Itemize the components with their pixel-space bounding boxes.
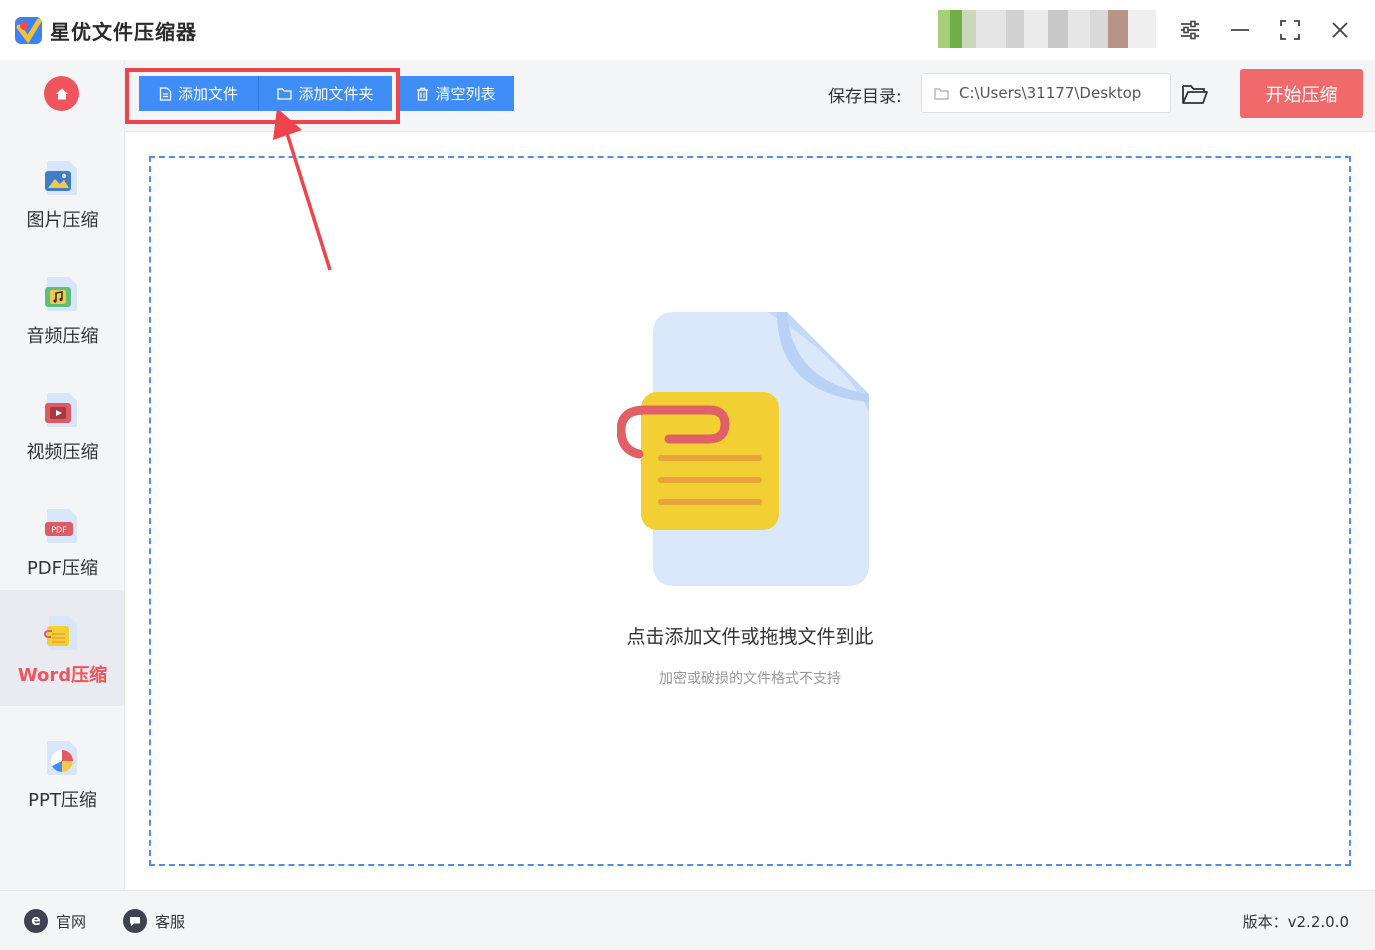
sidebar: 图片压缩 音频压缩 视频压缩 PDF PDF压缩 Word压缩 PPT压缩 xyxy=(0,60,125,890)
sidebar-item-label: PDF压缩 xyxy=(26,558,99,579)
sidebar-item-label: 视频压缩 xyxy=(26,442,99,463)
ppt-file-icon xyxy=(47,741,77,775)
save-path-field[interactable]: C:\Users\31177\Desktop xyxy=(921,73,1171,113)
settings-button[interactable] xyxy=(1176,16,1204,44)
app-logo-icon xyxy=(15,17,42,44)
image-file-icon xyxy=(45,161,77,195)
close-button[interactable] xyxy=(1326,16,1354,44)
maximize-icon xyxy=(1280,20,1300,40)
dropzone-title: 点击添加文件或拖拽文件到此 xyxy=(626,626,874,648)
pdf-file-icon: PDF xyxy=(45,509,77,543)
home-icon xyxy=(55,88,68,99)
sidebar-item-label: Word压缩 xyxy=(17,665,108,686)
sidebar-item-label: 音频压缩 xyxy=(26,326,99,347)
sidebar-item-word[interactable]: Word压缩 xyxy=(0,590,125,706)
sidebar-item-label: 图片压缩 xyxy=(26,210,99,231)
trash-icon xyxy=(417,87,429,101)
clear-list-button[interactable]: 清空列表 xyxy=(398,76,514,111)
minimize-icon xyxy=(1231,29,1249,31)
audio-file-icon xyxy=(45,277,77,311)
save-dir-label: 保存目录: xyxy=(828,87,902,107)
close-icon xyxy=(1332,22,1348,38)
website-link[interactable]: e 官网 xyxy=(24,909,86,933)
footer: e 官网 客服 版本：v2.2.0.0 xyxy=(0,890,1375,950)
website-label: 官网 xyxy=(56,912,87,931)
annotation-highlight-box xyxy=(125,68,400,124)
title-bar: 星优文件压缩器 xyxy=(0,0,1375,60)
version-label: 版本：v2.2.0.0 xyxy=(1242,913,1349,931)
pdf-badge-text: PDF xyxy=(51,526,67,535)
folder-outline-icon xyxy=(934,87,949,100)
word-file-icon xyxy=(43,616,77,650)
sidebar-item-image[interactable]: 图片压缩 xyxy=(0,135,125,251)
sidebar-item-ppt[interactable]: PPT压缩 xyxy=(0,715,125,831)
browser-e-icon: e xyxy=(24,909,48,933)
file-dropzone[interactable]: 点击添加文件或拖拽文件到此 加密或破损的文件格式不支持 xyxy=(149,156,1351,866)
start-compress-button[interactable]: 开始压缩 xyxy=(1240,69,1363,118)
clear-list-label: 清空列表 xyxy=(435,85,496,103)
support-link[interactable]: 客服 xyxy=(123,909,185,933)
folder-open-icon[interactable] xyxy=(1181,80,1209,108)
toolbar: 添加文件 添加文件夹 清空列表 保存目录: C:\Users\31177\Des… xyxy=(125,60,1375,132)
chat-bubble-icon xyxy=(123,909,147,933)
maximize-button[interactable] xyxy=(1276,16,1304,44)
save-path-value: C:\Users\31177\Desktop xyxy=(959,84,1142,102)
minimize-button[interactable] xyxy=(1226,16,1254,44)
main-panel: 点击添加文件或拖拽文件到此 加密或破损的文件格式不支持 xyxy=(125,132,1375,890)
support-label: 客服 xyxy=(155,912,186,931)
user-avatar[interactable] xyxy=(938,10,1156,48)
sidebar-item-pdf[interactable]: PDF PDF压缩 xyxy=(0,483,125,599)
dropzone-subtitle: 加密或破损的文件格式不支持 xyxy=(659,671,841,687)
sidebar-item-label: PPT压缩 xyxy=(28,790,97,811)
document-illustration-icon xyxy=(617,312,869,586)
sidebar-item-audio[interactable]: 音频压缩 xyxy=(0,251,125,367)
sidebar-item-video[interactable]: 视频压缩 xyxy=(0,367,125,483)
sliders-icon xyxy=(1181,20,1199,40)
app-title: 星优文件压缩器 xyxy=(50,20,197,44)
home-button[interactable] xyxy=(44,76,79,111)
video-file-icon xyxy=(45,393,77,427)
